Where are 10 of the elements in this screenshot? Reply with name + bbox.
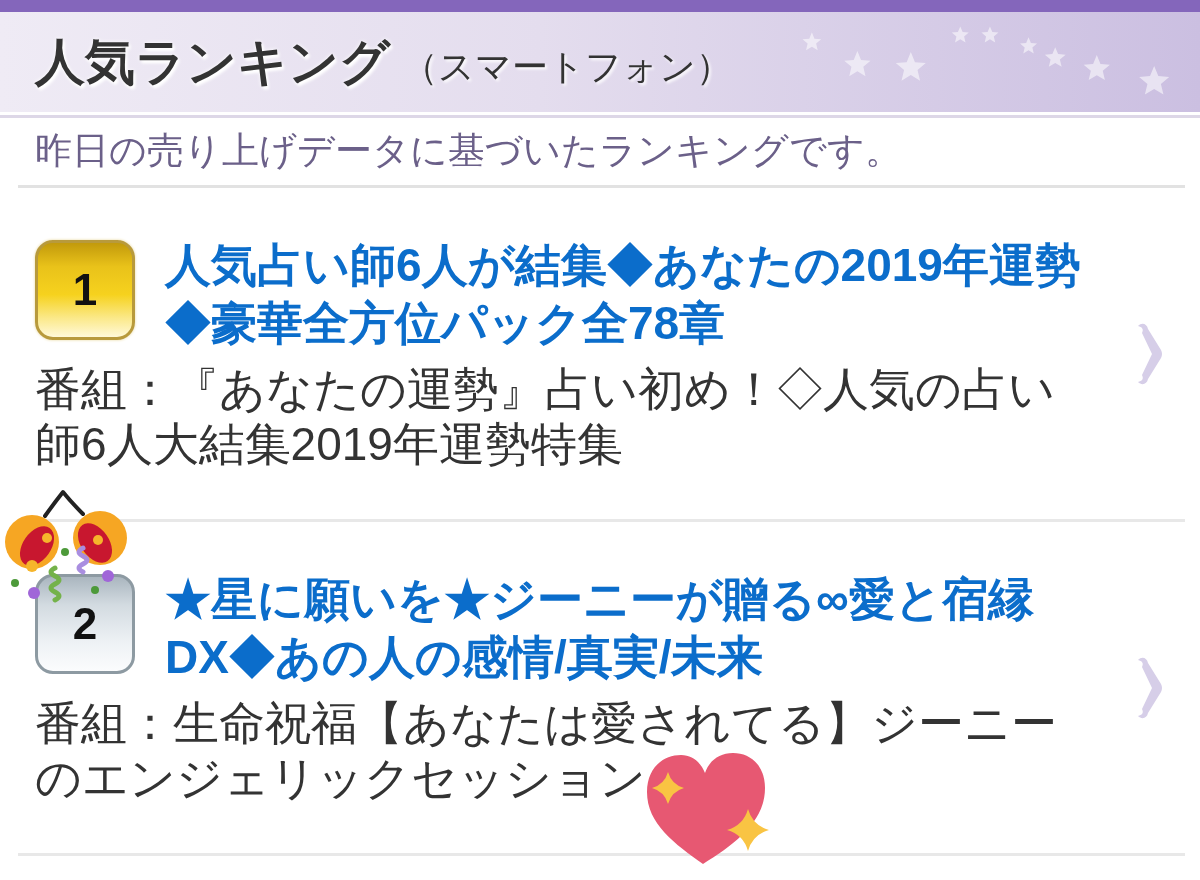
intro-text: 昨日の売り上げデータに基づいたランキングです。 xyxy=(34,129,903,173)
ranking-title-link[interactable]: 人気占い師6人が結集◆あなたの2019年運勢◆豪華全方位パック全78章 xyxy=(165,236,1083,353)
rank-badge: 1 xyxy=(35,240,135,341)
program-description: 番組：『あなたの運勢』占い初め！◇人気の占い師6人大結集2019年運勢特集 xyxy=(35,362,1056,473)
ranking-title-link[interactable]: ★星に願いを★ジーニーが贈る∞愛と宿縁DX◆あの人の感情/真実/未来 xyxy=(165,570,1083,687)
sparkling-heart-icon xyxy=(645,752,770,865)
program-description: 番組：生命祝福【あなたは愛されてる】ジーニーのエンジェリックセッション xyxy=(35,696,1058,807)
page-subtitle: （スマートフォン） xyxy=(402,45,732,89)
page-title: 人気ランキング xyxy=(35,33,390,92)
rank-badge: 2 xyxy=(35,574,135,675)
